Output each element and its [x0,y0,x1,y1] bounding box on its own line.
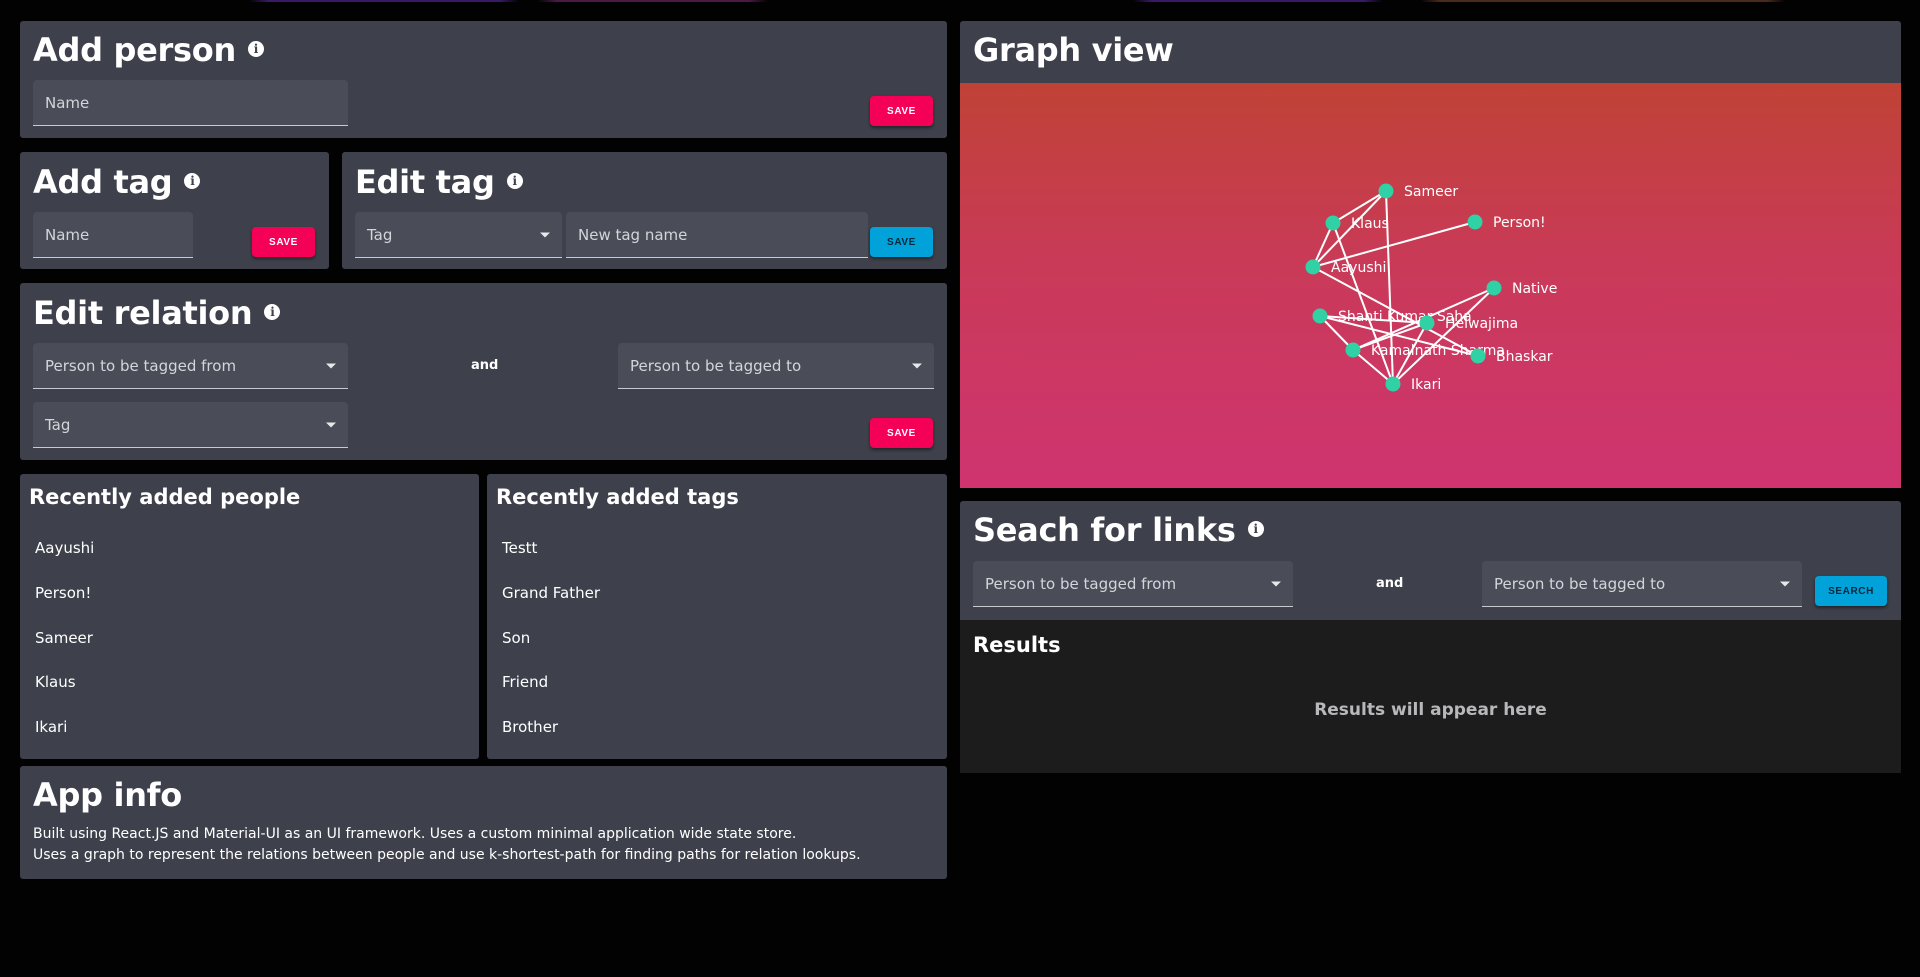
graph-node-label: Person! [1493,215,1546,231]
recent-tags-title: Recently added tags [496,485,739,509]
and-label: and [1376,576,1404,591]
and-label: and [471,358,499,373]
person-name-placeholder: Name [45,93,90,112]
info-icon[interactable]: i [184,173,201,189]
list-item: Klaus [35,673,76,691]
graph-node-label: Sameer [1404,184,1458,200]
search-from-placeholder: Person to be tagged from [985,574,1177,593]
dropdown-arrow-icon [1271,581,1281,586]
app-info-card: App info Built using React.JS and Materi… [20,766,947,879]
edit-relation-title: Edit relation i [33,294,281,332]
app-info-line-1: Built using React.JS and Material-UI as … [33,826,797,842]
list-item: Person! [35,584,92,602]
relation-tag-select[interactable]: Tag [33,402,348,448]
graph-node[interactable] [1385,376,1401,392]
graph-node[interactable] [1325,215,1341,231]
relation-graph[interactable]: SameerKlaus Person!AayushiNativeShanti Ku… [960,83,1901,488]
graph-edge [1392,287,1495,385]
list-item: Ikari [35,718,68,736]
info-icon[interactable]: i [1247,521,1264,537]
graph-node[interactable] [1345,342,1361,358]
graph-node[interactable] [1470,348,1486,364]
graph-node-label: Helwajima [1445,316,1518,332]
edit-tag-card: Edit tag i Tag New tag name SAVE [342,152,947,269]
list-item: Brother [502,718,559,736]
search-from-select[interactable]: Person to be tagged from [973,561,1293,607]
graph-node-label: Native [1512,281,1557,297]
graph-node[interactable] [1305,259,1321,275]
app-info-title: App info [33,776,182,814]
add-person-card: Add person i Name SAVE [20,21,947,138]
tag-name-placeholder: Name [45,225,90,244]
search-links-title: Seach for links i [973,511,1264,549]
top-accent-strip [0,0,1920,2]
search-links-card: Seach for links i Person to be tagged fro… [960,501,1901,773]
new-tag-name-input[interactable]: New tag name [566,212,868,258]
graph-node[interactable] [1378,183,1394,199]
save-tag-button[interactable]: SAVE [252,227,315,257]
dropdown-arrow-icon [326,422,336,427]
edit-relation-card: Edit relation i Person to be tagged from … [20,283,947,460]
graph-view-card: Graph view Sameer Klaus Person! Aayushi Nati… [960,21,1901,488]
list-item: Testt [502,539,538,557]
list-item: Sameer [35,629,93,647]
relation-tag-placeholder: Tag [45,415,71,434]
dropdown-arrow-icon [540,232,550,237]
graph-node-label: Aayushi [1331,260,1386,276]
tag-select[interactable]: Tag [355,212,562,258]
graph-node[interactable] [1312,308,1328,324]
graph-view-title: Graph view [973,31,1174,69]
graph-node-label: Ikari [1411,377,1441,393]
graph-node[interactable] [1467,214,1483,230]
tag-select-placeholder: Tag [367,225,393,244]
new-tag-name-placeholder: New tag name [578,225,688,244]
list-item: Aayushi [35,539,95,557]
recent-people-title: Recently added people [29,485,301,509]
info-icon[interactable]: i [247,41,264,57]
app-info-line-2: Uses a graph to represent the relations … [33,847,861,863]
relation-to-placeholder: Person to be tagged to [630,356,802,375]
person-name-input[interactable]: Name [33,80,348,126]
graph-node-label: Bhaskar [1496,349,1553,365]
add-tag-card: Add tag i Name SAVE [20,152,329,269]
info-icon[interactable]: i [506,173,523,189]
results-panel: Results Results will appear here [960,620,1901,773]
results-empty-message: Results will appear here [1314,700,1547,720]
graph-node[interactable] [1486,280,1502,296]
edit-tag-title: Edit tag i [355,163,523,201]
dropdown-arrow-icon [912,363,922,368]
graph-canvas[interactable]: Sameer Klaus Person! Aayushi Native Shanti Ku… [960,83,1901,488]
list-item: Grand Father [502,584,601,602]
list-item: Friend [502,673,549,691]
relation-to-select[interactable]: Person to be tagged to [618,343,934,389]
relation-from-select[interactable]: Person to be tagged from [33,343,348,389]
search-to-select[interactable]: Person to be tagged to [1482,561,1802,607]
graph-node[interactable] [1419,315,1435,331]
recent-tags-card: Recently added tags Testt Grand Father S… [487,474,947,759]
recent-people-card: Recently added people Aayushi Person! Sa… [20,474,479,759]
add-tag-title: Add tag i [33,163,201,201]
dropdown-arrow-icon [1780,581,1790,586]
dropdown-arrow-icon [326,363,336,368]
save-edit-tag-button[interactable]: SAVE [870,227,933,257]
relation-from-placeholder: Person to be tagged from [45,356,237,375]
search-to-placeholder: Person to be tagged to [1494,574,1666,593]
graph-node-label: Klaus [1351,216,1389,232]
tag-name-input[interactable]: Name [33,212,193,258]
results-title: Results [973,633,1061,657]
save-person-button[interactable]: SAVE [870,96,933,126]
search-button[interactable]: SEARCH [1815,576,1887,606]
list-item: Son [502,629,531,647]
save-relation-button[interactable]: SAVE [870,418,933,448]
info-icon[interactable]: i [264,304,281,320]
add-person-title: Add person i [33,31,264,69]
